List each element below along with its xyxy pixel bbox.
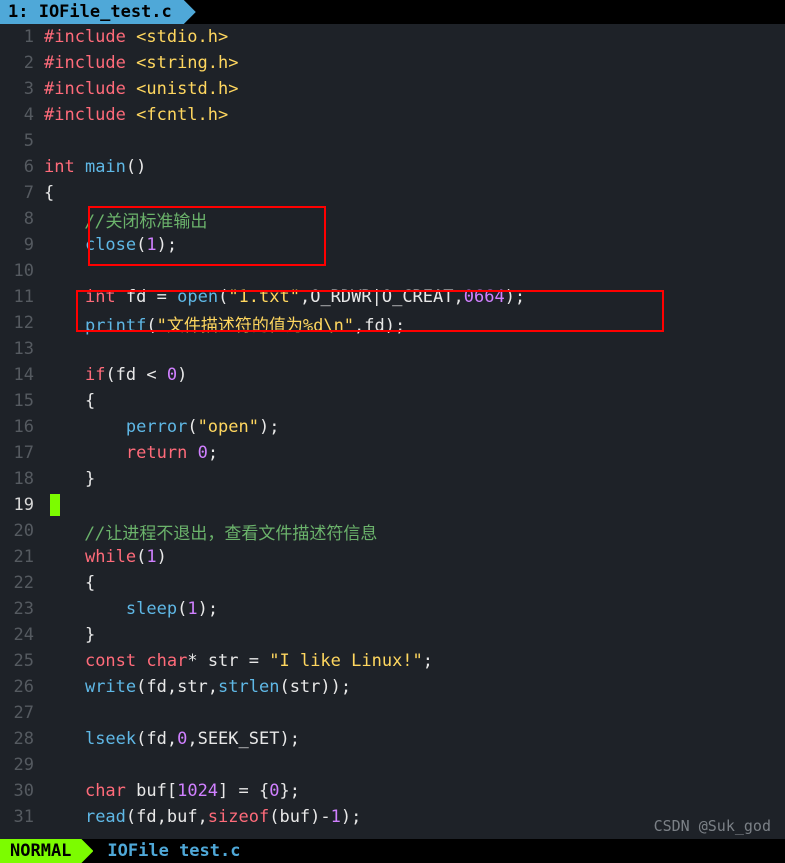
line-number: 29 [0,755,44,775]
comment-text: 让进程不退出，查看文件描述符信息 [105,524,377,544]
fn-open: open [177,287,218,307]
comment: // [85,212,105,232]
line-number: 9 [0,235,44,255]
tab-bar: 1: IOFile_test.c [0,0,785,24]
number: 0664 [464,287,505,307]
line-number: 7 [0,183,44,203]
status-line: NORMAL IOFile test.c [0,839,785,863]
ident-buf: buf[ [126,781,177,801]
number: 0 [167,365,177,385]
line-number: 25 [0,651,44,671]
line-number: 28 [0,729,44,749]
line-number: 20 [0,521,44,541]
line-number: 31 [0,807,44,827]
fn-perror: perror [126,417,187,437]
header: <string.h> [126,53,239,73]
keyword-char: char [136,651,187,671]
line-number: 27 [0,703,44,723]
number: 1 [146,547,156,567]
header: <unistd.h> [126,79,239,99]
cursor [50,494,60,516]
line-number: 26 [0,677,44,697]
fn-close: close [85,235,136,255]
brace-close: } [85,469,95,489]
ident-str: str [208,651,249,671]
header: <stdio.h> [126,27,228,47]
fn-read: read [85,807,126,827]
keyword-while: while [85,547,136,567]
number: 1 [331,807,341,827]
line-number: 3 [0,79,44,99]
open-flags: ,O_RDWR|O_CREAT, [300,287,464,307]
line-number: 21 [0,547,44,567]
keyword-sizeof: sizeof [208,807,269,827]
line-number-current: 19 [0,495,44,515]
string: "1.txt" [228,287,300,307]
ident-fd: fd [116,287,157,307]
parens: () [126,157,146,177]
line-number: 10 [0,261,44,281]
header: <fcntl.h> [126,105,228,125]
keyword-return: return [126,443,187,463]
line-number: 30 [0,781,44,801]
number: 1 [187,599,197,619]
line-number: 16 [0,417,44,437]
line-number: 17 [0,443,44,463]
line-number: 6 [0,157,44,177]
buffer-tab[interactable]: 1: IOFile_test.c [0,0,196,24]
fn-sleep: sleep [126,599,177,619]
line-number: 1 [0,27,44,47]
number: 0 [177,729,187,749]
line-number: 2 [0,53,44,73]
brace-close: } [85,625,95,645]
number: 1 [146,235,156,255]
line-number: 5 [0,131,44,151]
line-number: 13 [0,339,44,359]
number: 0 [198,443,208,463]
code-editor[interactable]: 1#include <stdio.h> 2#include <string.h>… [0,24,785,830]
fn-strlen: strlen [218,677,279,697]
line-number: 8 [0,209,44,229]
line-number: 18 [0,469,44,489]
comment: // [85,524,105,544]
preproc: #include [44,105,126,125]
line-number: 14 [0,365,44,385]
number: 1024 [177,781,218,801]
preproc: #include [44,79,126,99]
comment-text: 关闭标准输出 [105,212,207,232]
preproc: #include [44,27,126,47]
fn-lseek: lseek [85,729,136,749]
brace-open: { [85,573,95,593]
status-filename: IOFile test.c [93,841,240,861]
keyword-const: const [85,651,136,671]
keyword-if: if [85,365,105,385]
fn-write: write [85,677,136,697]
brace-open: { [85,391,95,411]
line-number: 12 [0,313,44,333]
brace-open: { [44,183,54,203]
line-number: 4 [0,105,44,125]
line-number: 11 [0,287,44,307]
line-number: 23 [0,599,44,619]
string: "open" [198,417,259,437]
fn-printf: printf [85,316,146,336]
keyword-char: char [85,781,126,801]
line-number: 22 [0,573,44,593]
number: 0 [269,781,279,801]
line-number: 15 [0,391,44,411]
string: "I like Linux!" [269,651,423,671]
line-number: 24 [0,625,44,645]
watermark: CSDN @Suk_god [654,817,771,835]
keyword-int: int [44,157,75,177]
fn-main: main [75,157,126,177]
keyword-int: int [85,287,116,307]
vim-mode-badge: NORMAL [0,839,93,863]
string: "文件描述符的值为%d\n" [157,316,354,336]
preproc: #include [44,53,126,73]
